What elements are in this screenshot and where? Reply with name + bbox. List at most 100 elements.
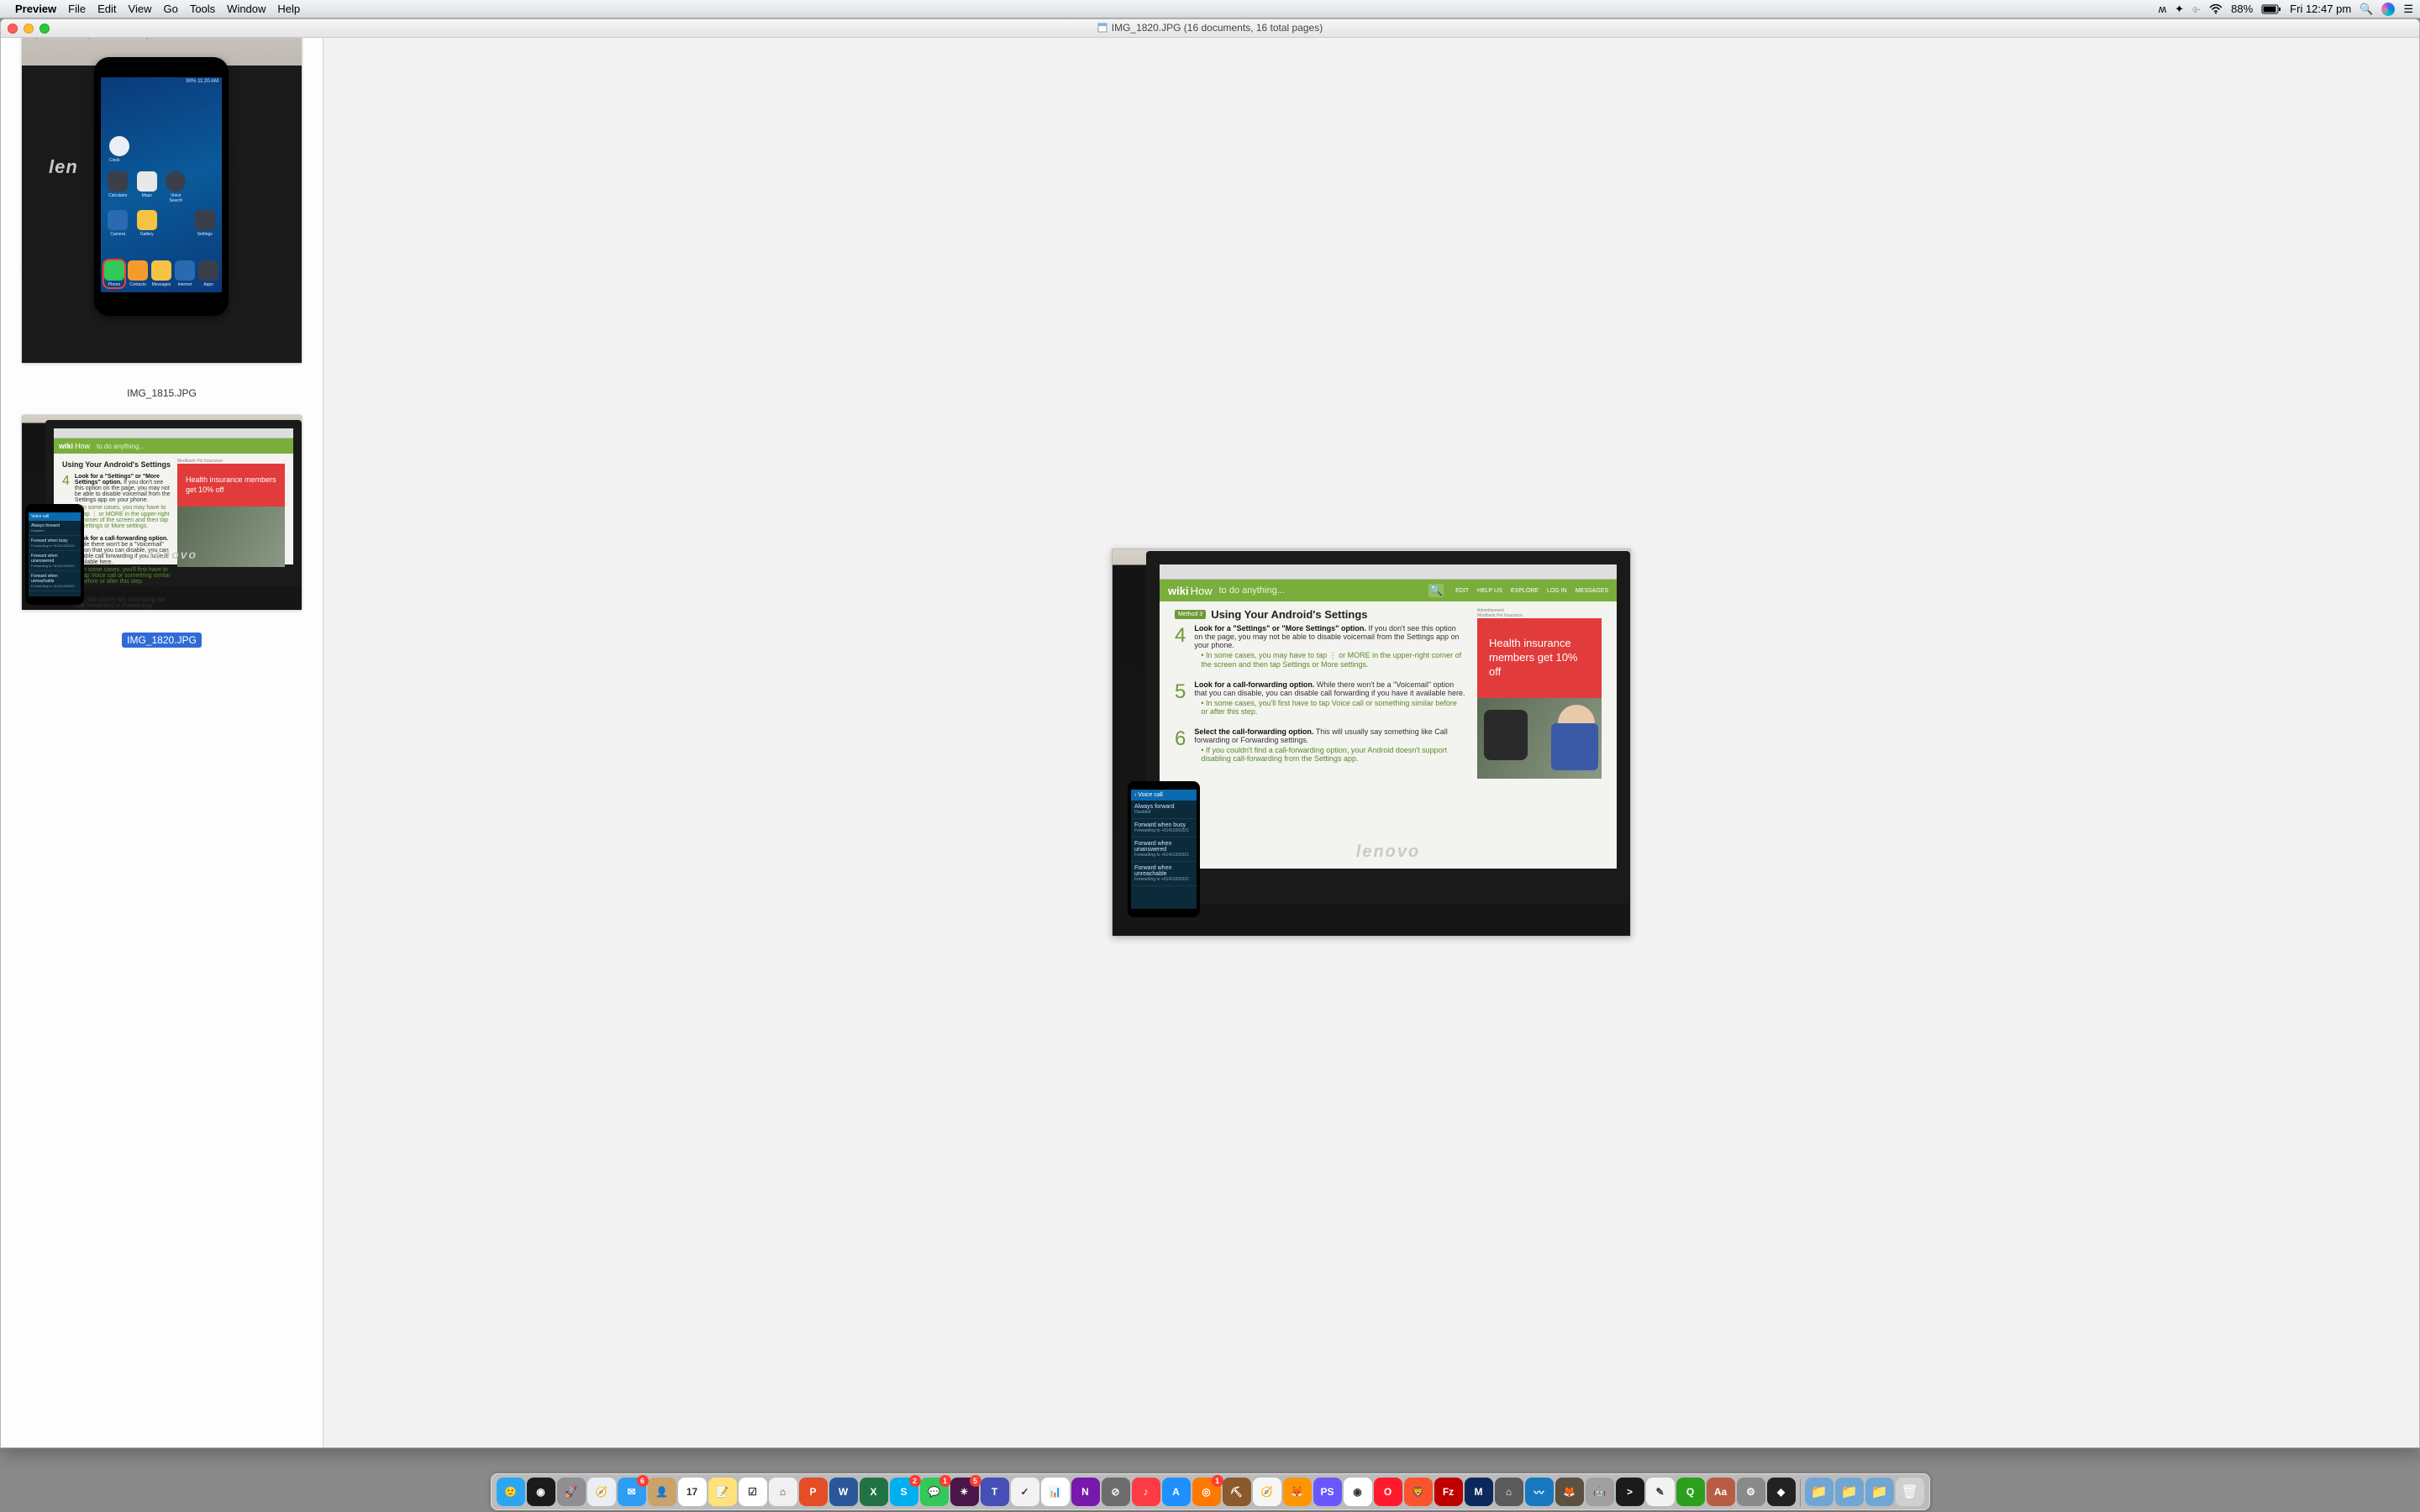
wifi-icon[interactable]	[2209, 4, 2223, 14]
menu-help[interactable]: Help	[277, 3, 300, 15]
dock-unity[interactable]: ◆	[1767, 1478, 1796, 1506]
notification-center-icon[interactable]: ☰	[2403, 3, 2413, 16]
method-badge: Method 3	[1175, 610, 1206, 619]
dock-sysprefs[interactable]: ⚙	[1737, 1478, 1765, 1506]
dock-separator	[1800, 1479, 1801, 1506]
dock-gimp[interactable]: 🦊	[1555, 1478, 1584, 1506]
phone-in-photo: 90% 11:20 AM Clock Calculator Maps Voice…	[94, 57, 229, 316]
dock-bit[interactable]: ⛏	[1223, 1478, 1251, 1506]
dock-iwork[interactable]: ⌂	[769, 1478, 797, 1506]
dock-firefox[interactable]: 🦊	[1283, 1478, 1312, 1506]
dock-quickbooks[interactable]: Q	[1676, 1478, 1705, 1506]
dock-reminders[interactable]: ☑	[739, 1478, 767, 1506]
close-button[interactable]	[8, 24, 18, 34]
app-gallery: Gallery	[135, 232, 160, 237]
dock-folder1[interactable]: 📁	[1805, 1478, 1833, 1506]
zoom-button[interactable]	[39, 24, 50, 34]
dock-dict[interactable]: Aa	[1707, 1478, 1735, 1506]
dock-util1[interactable]: ⊘	[1102, 1478, 1130, 1506]
menu-edit[interactable]: Edit	[97, 3, 116, 15]
dock-avast[interactable]: ◎1	[1192, 1478, 1221, 1506]
menu-view[interactable]: View	[129, 3, 152, 15]
step-bullet: In some cases, you'll first have to tap …	[1201, 699, 1457, 716]
dock-office2[interactable]: W	[829, 1478, 858, 1506]
menu-go[interactable]: Go	[163, 3, 177, 15]
dock-mamp[interactable]: ⌂	[1495, 1478, 1523, 1506]
clock-label: Clock	[109, 158, 120, 163]
phone-menu-item: Forward when unreachableForwarding to +6…	[1131, 862, 1197, 886]
dock-textedit[interactable]: ✎	[1646, 1478, 1675, 1506]
ad-image	[1477, 698, 1602, 779]
dock-contacts[interactable]: 👤	[648, 1478, 676, 1506]
dock-safari2[interactable]: 🧭	[1253, 1478, 1281, 1506]
step-bullet: If you couldn't find a call-forwarding o…	[1201, 746, 1447, 763]
dock-folder3[interactable]: 📁	[1865, 1478, 1894, 1506]
app-contacts: Contacts	[128, 282, 148, 287]
siri-menubar-icon[interactable]	[2381, 3, 2395, 16]
dock-folder2[interactable]: 📁	[1835, 1478, 1864, 1506]
displayed-image: ThinkCentre Do not print wikiHow to do a…	[1112, 549, 1631, 937]
dock-finder[interactable]: 🙂	[497, 1478, 525, 1506]
wikihow-logo-a: wiki	[59, 442, 73, 450]
dock-safari[interactable]: 🧭	[587, 1478, 616, 1506]
dock-siri[interactable]: ◉	[527, 1478, 555, 1506]
dock-office1[interactable]: P	[799, 1478, 828, 1506]
dock-calendar[interactable]: 17	[678, 1478, 707, 1506]
spotlight-icon[interactable]: 🔍	[2360, 3, 2373, 16]
minimize-button[interactable]	[24, 24, 34, 34]
monitor-brand: lenovo	[150, 548, 197, 561]
menu-window[interactable]: Window	[227, 3, 266, 15]
dock-trash[interactable]: 🗑	[1896, 1478, 1924, 1506]
clock[interactable]: Fri 12:47 pm	[2290, 3, 2351, 15]
app-apps: Apps	[198, 282, 218, 287]
titlebar[interactable]: IMG_1820.JPG (16 documents, 16 total pag…	[1, 19, 2419, 38]
dock-chart[interactable]: 📊	[1041, 1478, 1070, 1506]
dock-notes[interactable]: 📝	[708, 1478, 737, 1506]
bluetooth-icon[interactable]: ⌱	[2192, 3, 2201, 16]
nav-edit: EDIT	[1455, 588, 1469, 594]
thumbnail-item[interactable]: ally near the top of the Settings len 90…	[21, 38, 302, 364]
dock-wireshark[interactable]: 〰	[1525, 1478, 1554, 1506]
step-number: 4	[1175, 624, 1186, 669]
dock-opera[interactable]: O	[1374, 1478, 1402, 1506]
nav-messages: MESSAGES	[1576, 588, 1608, 594]
app-camera: Camera	[106, 232, 130, 237]
menu-file[interactable]: File	[68, 3, 86, 15]
laptop-brand-partial: len	[49, 156, 78, 178]
dock-itunes[interactable]: ♪	[1132, 1478, 1160, 1506]
dock-phpstorm[interactable]: PS	[1313, 1478, 1342, 1506]
wikihow-logo-b: How	[75, 442, 90, 450]
avast-icon[interactable]: ✦	[2175, 3, 2184, 16]
thumbnail-caption-selected: IMG_1820.JPG	[1, 626, 323, 649]
content-area[interactable]: ThinkCentre Do not print wikiHow to do a…	[324, 38, 2419, 1447]
preview-window: IMG_1820.JPG (16 documents, 16 total pag…	[0, 18, 2420, 1448]
article-heading: Using Your Android's Settings	[1211, 608, 1367, 621]
dock-brave[interactable]: 🦁	[1404, 1478, 1433, 1506]
thumbnail-item[interactable]: wikiHowto do anything... Using Your Andr…	[21, 414, 302, 611]
step-lead: Look for a "Settings" or "More Settings"…	[1194, 624, 1366, 633]
dock-messages[interactable]: 💬1	[920, 1478, 949, 1506]
step-number: 6	[1175, 727, 1186, 763]
dock-launchpad[interactable]: 🚀	[557, 1478, 586, 1506]
dock-skype[interactable]: S2	[890, 1478, 918, 1506]
dock-office3[interactable]: X	[860, 1478, 888, 1506]
malwarebytes-icon[interactable]: ʍ	[2159, 3, 2166, 15]
dock-todo[interactable]: ✓	[1011, 1478, 1039, 1506]
dock-chrome[interactable]: ◉	[1344, 1478, 1372, 1506]
dock-terminal[interactable]: >	[1616, 1478, 1644, 1506]
dock-teams[interactable]: T	[981, 1478, 1009, 1506]
thumbnail-sidebar[interactable]: ally near the top of the Settings len 90…	[1, 38, 324, 1447]
dock-filezilla[interactable]: Fz	[1434, 1478, 1463, 1506]
dock-onenote[interactable]: N	[1071, 1478, 1100, 1506]
dock-slack[interactable]: ✴5	[950, 1478, 979, 1506]
battery-icon[interactable]	[2261, 4, 2281, 14]
phone-menu-item: Always forwardDisabled	[1131, 801, 1197, 819]
menu-tools[interactable]: Tools	[190, 3, 215, 15]
app-name[interactable]: Preview	[15, 3, 56, 15]
dock-malware[interactable]: M	[1465, 1478, 1493, 1506]
background-text: ally near the top of the Settings	[27, 38, 155, 39]
dock-automator[interactable]: 🤖	[1586, 1478, 1614, 1506]
dock-mail[interactable]: ✉6	[618, 1478, 646, 1506]
badge: 2	[909, 1475, 921, 1487]
dock-appstore[interactable]: A	[1162, 1478, 1191, 1506]
